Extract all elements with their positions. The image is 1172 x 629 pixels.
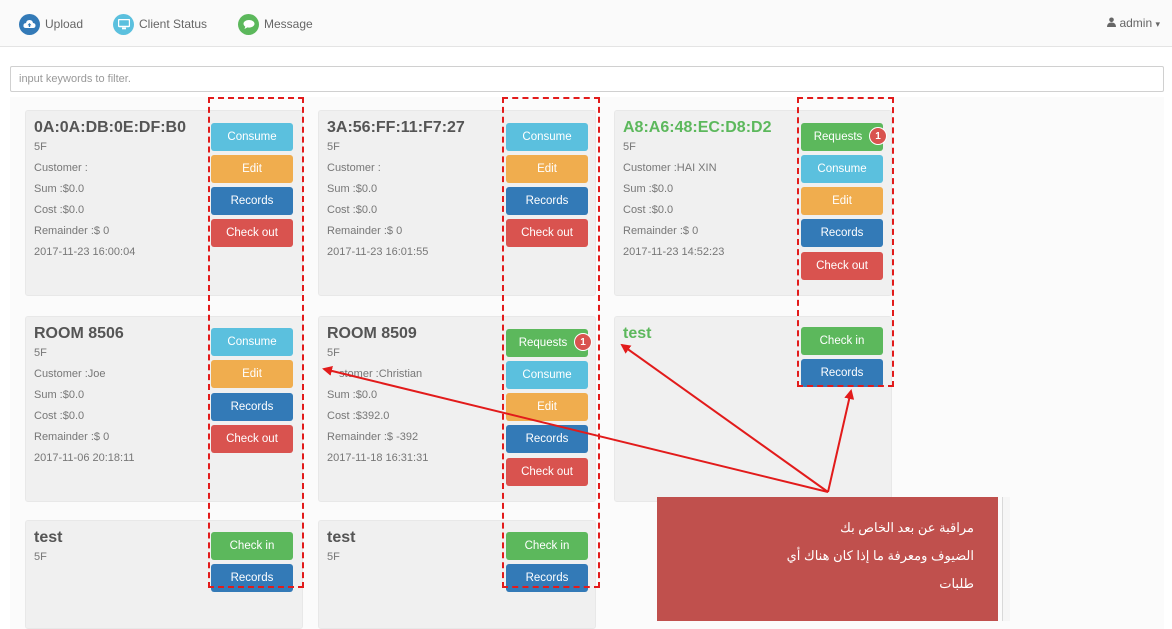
app-root: Upload Client Status Message admin ▾ inp… [0, 0, 1172, 629]
arrow-to-edit [322, 366, 829, 493]
annotation-line: الضيوف ومعرفة ما إذا كان هناك أي [786, 548, 974, 563]
arrow-to-records [827, 389, 855, 493]
arrow-to-requests [620, 343, 829, 493]
annotation-edge [1002, 497, 1010, 621]
annotation-line: مراقبة عن بعد الخاص بك [840, 520, 974, 535]
annotation-line: طلبات [939, 576, 974, 591]
annotation-callout: مراقبة عن بعد الخاص بك الضيوف ومعرفة ما … [657, 497, 998, 621]
